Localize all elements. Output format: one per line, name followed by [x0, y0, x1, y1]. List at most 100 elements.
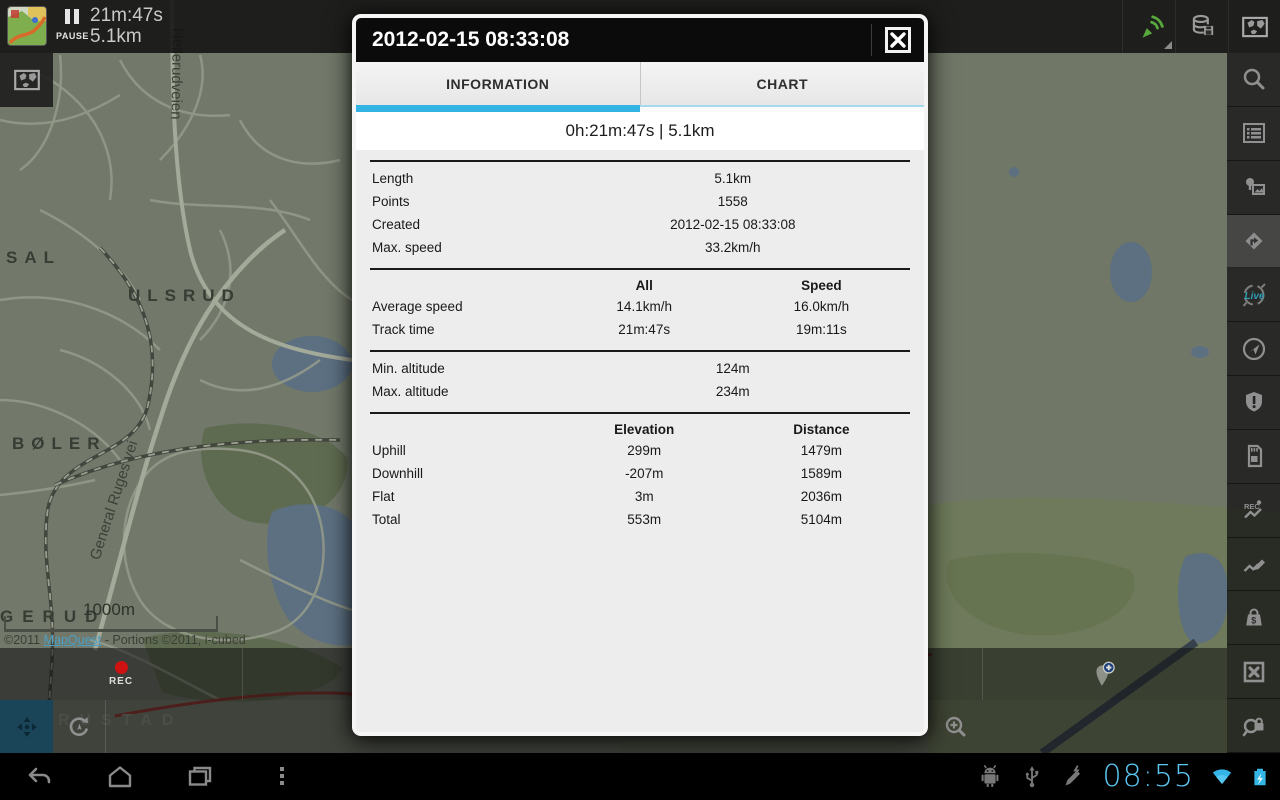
status-tray[interactable]: 08:55 [975, 753, 1272, 800]
gps-status-button[interactable] [1122, 0, 1176, 53]
tab-information[interactable]: INFORMATION [356, 62, 640, 105]
home-button[interactable] [96, 761, 144, 793]
stats-row: Max. speed33.2km/h [370, 236, 910, 259]
recents-button[interactable] [176, 761, 224, 793]
stats-header-row: AllSpeed [370, 275, 910, 295]
stat-cell: 3m [556, 489, 733, 504]
live-tracking-icon: Live [1240, 281, 1268, 309]
stat-cell: 21m:47s [556, 322, 733, 337]
rotate-map-button[interactable] [53, 700, 106, 753]
stat-cell: Length [370, 171, 556, 186]
stats-row: Created2012-02-15 08:33:08 [370, 213, 910, 236]
mapquest-link[interactable]: MapQuest [44, 633, 102, 647]
dialog-body: Length5.1kmPoints1558Created2012-02-15 0… [356, 150, 924, 732]
sidebar-button-record-track[interactable]: REC [1227, 484, 1280, 538]
zoom-in-icon [942, 713, 970, 741]
menu-button[interactable] [258, 761, 306, 793]
add-waypoint-button[interactable] [1090, 659, 1120, 689]
sidebar-button-draw-track[interactable] [1227, 538, 1280, 592]
list-icon [1240, 119, 1268, 147]
stats-row: Track time21m:47s19m:11s [370, 318, 910, 341]
stat-cell: Max. altitude [370, 384, 556, 399]
stat-cell: Total [370, 512, 556, 527]
stat-cell: 5.1km [556, 171, 910, 186]
pan-mode-button[interactable] [0, 700, 53, 753]
track-distance: 5.1km [90, 26, 163, 47]
sidebar-button-search[interactable] [1227, 53, 1280, 107]
sidebar-button-close[interactable] [1227, 645, 1280, 699]
stat-cell: Flat [370, 489, 556, 504]
close-square-icon [1240, 658, 1268, 686]
map-selector-button[interactable] [1228, 0, 1280, 53]
stat-cell: 553m [556, 512, 733, 527]
stats-section: Min. altitude124mMax. altitude234m [370, 350, 910, 412]
layer-switch-button[interactable] [0, 53, 53, 107]
sidebar-button-photo-map[interactable] [1227, 161, 1280, 215]
zoom-lock-icon [1240, 712, 1268, 740]
stat-cell: 19m:11s [733, 322, 910, 337]
menu-dots-icon [266, 761, 298, 793]
android-system-bar: 08:55 [0, 753, 1280, 800]
gps-signal-icon [1135, 12, 1165, 42]
draw-track-icon [1240, 550, 1268, 578]
stats-row: Flat3m2036m [370, 485, 910, 508]
home-icon [104, 761, 136, 793]
dialog-title-bar: 2012-02-15 08:33:08 [356, 18, 924, 62]
wifi-status-icon [1208, 763, 1236, 791]
system-clock: 08:55 [1103, 759, 1194, 794]
track-details-dialog: 2012-02-15 08:33:08 INFORMATION CHART 0h… [352, 14, 928, 736]
world-map-icon [1240, 12, 1270, 42]
sidebar-button-route-turn[interactable] [1227, 215, 1280, 269]
stat-cell: 2012-02-15 08:33:08 [556, 217, 910, 232]
stats-row: Points1558 [370, 190, 910, 213]
rec-label: REC [109, 676, 133, 687]
dollar-text: $ [1251, 615, 1256, 625]
stat-cell: 1479m [733, 443, 910, 458]
tab-information-label: INFORMATION [446, 76, 549, 92]
tab-chart[interactable]: CHART [640, 62, 925, 105]
record-track-icon: REC [1240, 496, 1268, 524]
live-text: Live [1244, 291, 1264, 302]
stat-cell: 2036m [733, 489, 910, 504]
sidebar-button-track-list[interactable] [1227, 107, 1280, 161]
sidebar-button-compass[interactable] [1227, 322, 1280, 376]
map-label-boler: BØLER [12, 434, 107, 454]
stat-cell: Points [370, 194, 556, 209]
save-database-button[interactable] [1175, 0, 1229, 53]
photo-map-icon [1240, 173, 1268, 201]
recents-icon [184, 761, 216, 793]
dialog-title: 2012-02-15 08:33:08 [356, 28, 569, 52]
title-divider [871, 24, 872, 56]
stats-row: Uphill299m1479m [370, 439, 910, 462]
stats-row: Average speed14.1km/h16.0km/h [370, 295, 910, 318]
search-icon [1240, 65, 1268, 93]
stat-cell: Elevation [556, 422, 733, 437]
stat-cell: 33.2km/h [556, 240, 910, 255]
sidebar-button-zoom-lock[interactable] [1227, 699, 1280, 753]
active-tab-indicator [356, 105, 640, 112]
stat-cell: Created [370, 217, 556, 232]
sidebar-button-sd-card[interactable] [1227, 430, 1280, 484]
route-turn-icon [1240, 227, 1268, 255]
pause-button[interactable]: PAUSE [56, 9, 88, 45]
sidebar-button-shop[interactable]: $ [1227, 591, 1280, 645]
rotate-icon [65, 713, 93, 741]
sd-card-icon [1240, 442, 1268, 470]
stat-cell: Average speed [370, 299, 556, 314]
tab-underline [356, 105, 924, 112]
stat-cell: 16.0km/h [733, 299, 910, 314]
stat-cell: Track time [370, 322, 556, 337]
app-icon[interactable] [7, 6, 47, 46]
attribution-prefix: ©2011 [4, 633, 44, 647]
zoom-in-button[interactable] [928, 700, 983, 753]
back-button[interactable] [16, 761, 64, 793]
sidebar-button-live-tracking[interactable]: Live [1227, 268, 1280, 322]
close-x-icon [888, 30, 908, 50]
compass-icon [1240, 335, 1268, 363]
stats-row: Total553m5104m [370, 508, 910, 531]
rec-button[interactable]: REC [109, 661, 133, 687]
stat-cell: 124m [556, 361, 910, 376]
sidebar-button-alerts[interactable] [1227, 376, 1280, 430]
close-button[interactable] [885, 27, 911, 53]
stats-header-row: ElevationDistance [370, 419, 910, 439]
